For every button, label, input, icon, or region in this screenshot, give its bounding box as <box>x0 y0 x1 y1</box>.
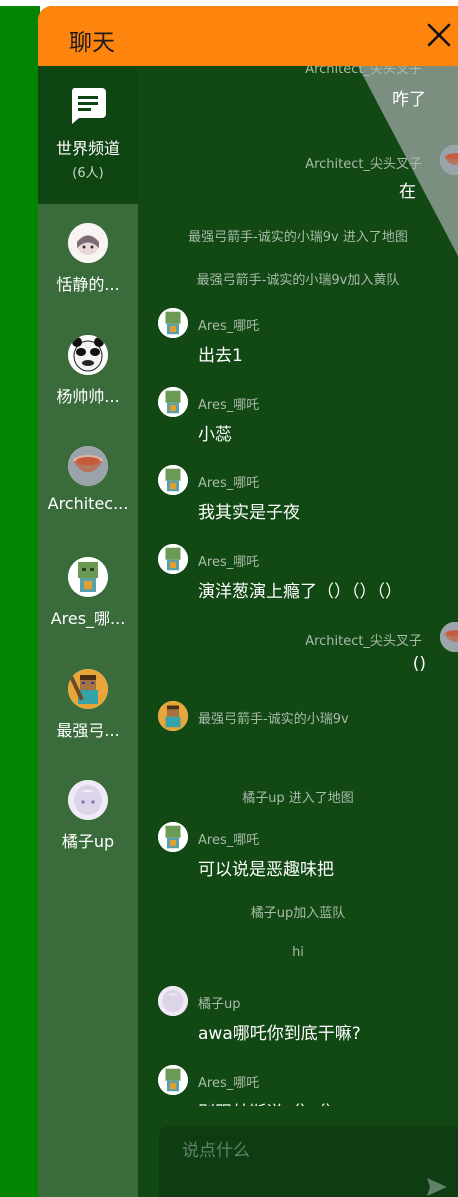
message-sender: Architect_尖头叉子 <box>305 157 422 172</box>
sidebar-user[interactable]: 最强弓... <box>38 669 138 769</box>
avatar <box>68 557 108 597</box>
message-sender: Ares_哪吒 <box>198 476 260 491</box>
background-green <box>0 6 40 1197</box>
avatar <box>158 544 188 574</box>
sidebar-user-name: 橘子up <box>61 832 115 851</box>
sidebar-user[interactable]: 恬静的... <box>38 223 138 323</box>
message-text: 可以说是恶趣味把 <box>198 860 334 880</box>
avatar <box>158 822 188 852</box>
message-text: 在 <box>399 182 416 202</box>
message-list[interactable]: Architect_尖头叉子 咋了 Architect_尖头叉子 在 最强弓箭手… <box>138 66 458 1106</box>
message-sender: Ares_哪吒 <box>198 319 260 334</box>
message-sender: 橘子up <box>198 997 241 1012</box>
avatar <box>68 669 108 709</box>
message-text: () <box>412 654 426 674</box>
message-sender: Ares_哪吒 <box>198 555 260 570</box>
close-icon[interactable] <box>422 18 456 52</box>
world-channel-count: (6人) <box>72 166 104 181</box>
message-sender: Architect_尖头叉子 <box>305 634 422 649</box>
avatar <box>158 1065 188 1095</box>
sidebar-user[interactable]: Ares_哪... <box>38 557 138 657</box>
message-sender: 最强弓箭手-诚实的小瑞9v <box>198 712 349 727</box>
chat-title: 聊天 <box>69 30 115 56</box>
chat-input-box <box>159 1126 458 1197</box>
message-text: 演洋葱演上瘾了（）（）（） <box>198 582 402 602</box>
avatar <box>158 986 188 1016</box>
system-message: 最强弓箭手-诚实的小瑞9v加入黄队 <box>196 273 400 288</box>
chat-panel: 聊天 世界频道 (6人) 恬静的... 杨帅帅... Architec... A… <box>38 6 458 1197</box>
sidebar-user-name: Ares_哪... <box>50 609 126 628</box>
system-message: 橘子up加入蓝队 <box>250 906 346 921</box>
avatar <box>68 223 108 263</box>
system-message: hi <box>292 945 304 960</box>
world-channel-name: 世界频道 <box>55 139 120 158</box>
message-text: 别跟林斯说（）（） <box>198 1098 343 1106</box>
avatar <box>158 465 188 495</box>
sidebar-user[interactable]: 橘子up <box>38 780 138 880</box>
avatar <box>158 701 188 731</box>
avatar <box>440 622 458 652</box>
message-text: 出去1 <box>198 346 243 366</box>
world-channel[interactable]: 世界频道 (6人) <box>38 66 138 204</box>
sidebar-user[interactable]: Architec... <box>38 446 138 546</box>
sidebar-user[interactable]: 杨帅帅... <box>38 335 138 435</box>
chat-header: 聊天 <box>38 6 458 66</box>
chat-bubble-icon <box>68 85 108 125</box>
avatar <box>68 335 108 375</box>
avatar <box>68 780 108 820</box>
message-text: awa哪吒你到底干嘛? <box>198 1024 361 1044</box>
chat-input[interactable] <box>180 1140 424 1162</box>
sidebar-user-name: 最强弓... <box>56 721 120 740</box>
avatar <box>158 387 188 417</box>
member-sidebar: 世界频道 (6人) 恬静的... 杨帅帅... Architec... Ares… <box>38 66 138 1197</box>
message-sender: Architect_尖头叉子 <box>305 66 422 77</box>
message-text: 咋了 <box>392 90 426 110</box>
sidebar-user-name: 杨帅帅... <box>56 387 120 406</box>
system-message: 最强弓箭手-诚实的小瑞9v 进入了地图 <box>188 230 408 245</box>
sidebar-user-name: Architec... <box>47 494 129 513</box>
message-text: 我其实是子夜 <box>198 503 300 523</box>
message-sender: Ares_哪吒 <box>198 833 260 848</box>
message-sender: Ares_哪吒 <box>198 398 260 413</box>
avatar <box>158 308 188 338</box>
system-message: 橘子up 进入了地图 <box>242 791 354 806</box>
sidebar-user-name: 恬静的... <box>56 275 120 294</box>
message-text: 小蕊 <box>198 425 232 445</box>
avatar <box>68 446 108 486</box>
message-sender: Ares_哪吒 <box>198 1076 260 1091</box>
send-icon[interactable] <box>427 1178 447 1196</box>
